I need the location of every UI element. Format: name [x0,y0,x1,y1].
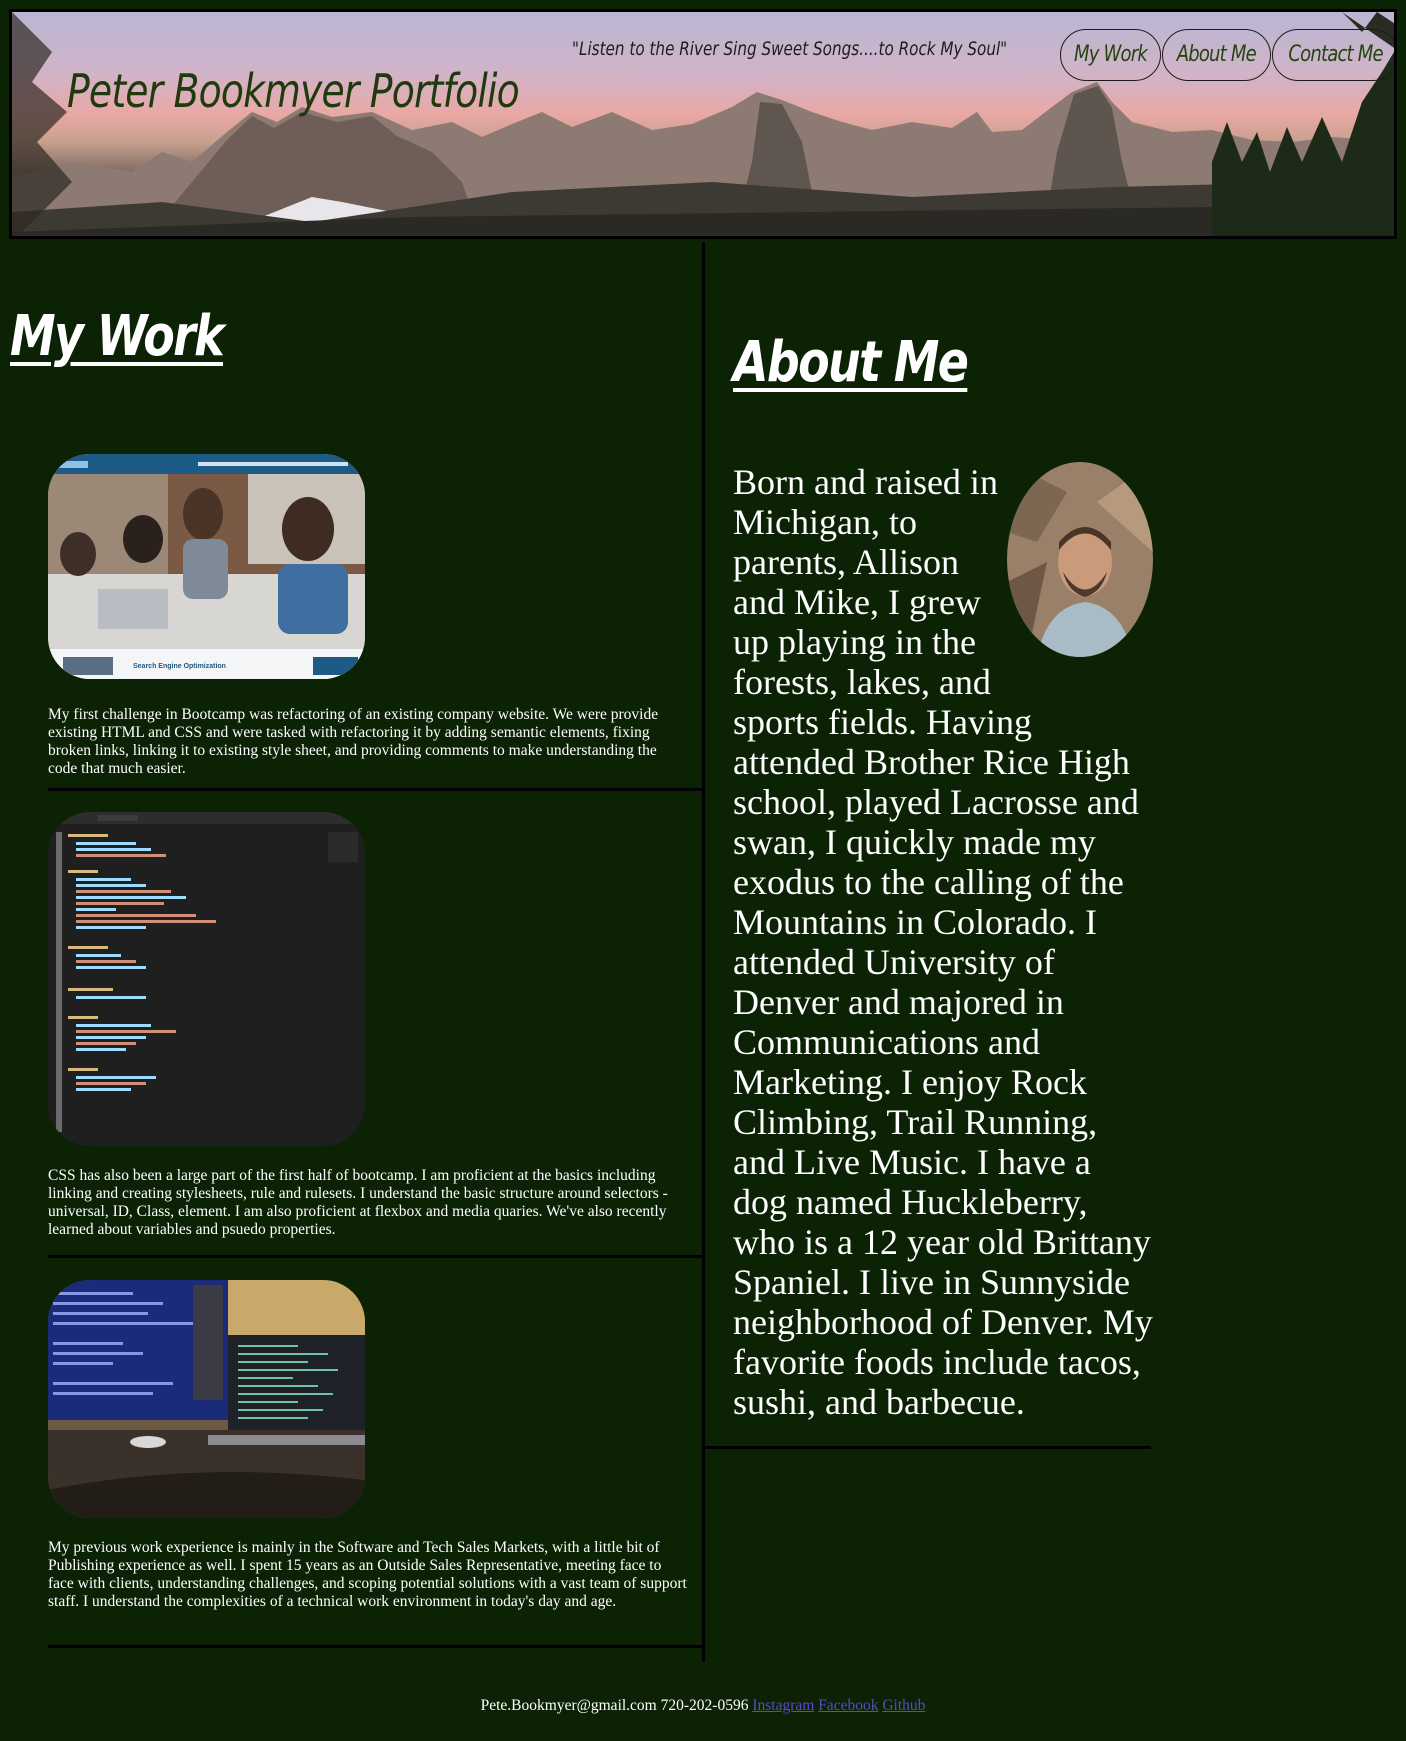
project-image-website[interactable]: Search Engine Optimization [48,454,365,679]
desk-monitors-image [48,1280,365,1518]
project-image-css[interactable] [48,812,365,1146]
portrait-photo [1007,462,1153,657]
about-me-paragraph: Born and raised in Michigan, to parents,… [733,462,1153,1422]
nav-label: My Work [1074,42,1148,67]
main-nav: My Work About Me Contact Me [1060,29,1394,81]
nav-my-work[interactable]: My Work [1060,29,1161,81]
project-description: My previous work experience is mainly in… [48,1539,687,1610]
nav-label: Contact Me [1287,42,1383,67]
project-image-desk[interactable] [48,1280,365,1518]
tagline: "Listen to the River Sing Sweet Songs...… [572,38,1008,60]
my-work-heading: My Work [10,304,225,369]
about-divider [705,1446,1151,1449]
site-footer: Pete.Bookmyer@gmail.com 720-202-0596 Ins… [0,1697,1406,1715]
project-card: Search Engine Optimization My first chal… [48,454,704,791]
project-card: CSS has also been a large part of the fi… [48,812,704,1258]
project-description: My first challenge in Bootcamp was refac… [48,706,659,777]
instagram-link[interactable]: Instagram [752,1697,814,1714]
github-link[interactable]: Github [882,1697,925,1714]
site-title: Peter Bookmyer Portfolio [67,64,520,118]
project-divider [48,1645,704,1648]
portrait-image [1007,462,1153,657]
project-divider [48,1255,704,1258]
contact-info: Pete.Bookmyer@gmail.com 720-202-0596 [480,1697,749,1714]
project-divider [48,788,704,791]
nav-contact-me[interactable]: Contact Me [1271,29,1394,81]
image-caption: Search Engine Optimization [133,663,226,670]
project-description: CSS has also been a large part of the fi… [48,1167,668,1238]
website-screenshot-image: Search Engine Optimization [48,454,365,679]
project-card: My previous work experience is mainly in… [48,1280,704,1648]
nav-label: About Me [1176,42,1257,67]
about-me-heading: About Me [733,330,969,395]
facebook-link[interactable]: Facebook [818,1697,878,1714]
site-header: Peter Bookmyer Portfolio "Listen to the … [9,9,1397,239]
nav-about-me[interactable]: About Me [1162,29,1271,81]
code-editor-image [48,812,365,1146]
